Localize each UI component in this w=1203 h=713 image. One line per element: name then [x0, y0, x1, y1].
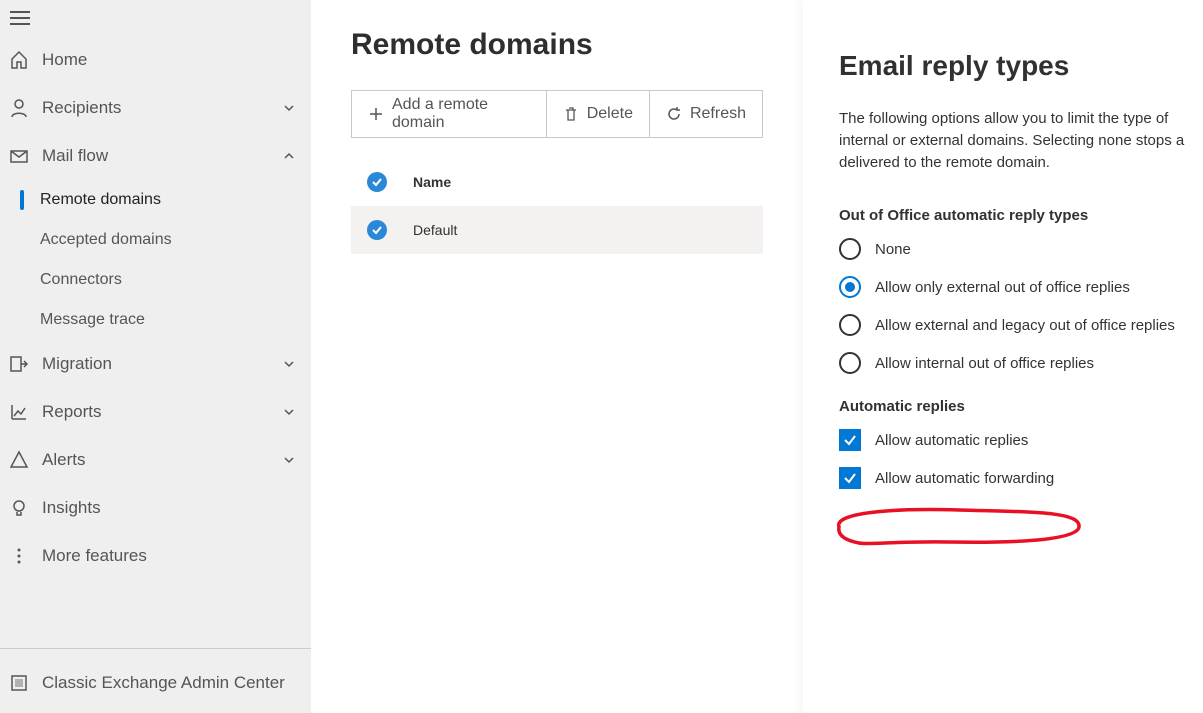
checkbox-auto-replies[interactable]: Allow automatic replies	[839, 429, 1203, 451]
panel-title: Email reply types	[839, 50, 1203, 82]
sidebar-item-mail-flow[interactable]: Mail flow	[0, 132, 311, 180]
column-header-name[interactable]: Name	[413, 174, 451, 190]
migrate-icon	[8, 353, 30, 375]
sidebar-subitem-label: Remote domains	[40, 191, 297, 209]
mail-icon	[8, 145, 30, 167]
add-remote-domain-button[interactable]: Add a remote domain	[352, 91, 547, 137]
bulb-icon	[8, 497, 30, 519]
classic-eac-icon	[8, 672, 30, 694]
radio-icon	[839, 352, 861, 374]
chevron-down-icon	[281, 452, 297, 468]
main-content: Remote domains Add a remote domain Delet…	[311, 0, 803, 713]
more-icon	[8, 545, 30, 567]
sidebar-footer-label: Classic Exchange Admin Center	[42, 673, 297, 693]
toolbar-button-label: Refresh	[690, 105, 746, 123]
row-name-cell: Default	[413, 222, 457, 238]
sidebar-spacer	[0, 580, 311, 644]
sidebar-item-label: Home	[42, 50, 297, 70]
radio-label: Allow internal out of office replies	[875, 355, 1094, 372]
home-icon	[8, 49, 30, 71]
hamburger-icon	[10, 10, 30, 26]
sidebar-item-label: Mail flow	[42, 146, 281, 166]
sidebar-item-alerts[interactable]: Alerts	[0, 436, 311, 484]
sidebar-subitem-remote-domains[interactable]: Remote domains	[0, 180, 311, 220]
sidebar-subitem-connectors[interactable]: Connectors	[0, 260, 311, 300]
radio-icon	[839, 238, 861, 260]
toolbar: Add a remote domain Delete Refresh	[351, 90, 763, 138]
radio-label: Allow external and legacy out of office …	[875, 317, 1175, 334]
sidebar-item-migration[interactable]: Migration	[0, 340, 311, 388]
details-panel: Email reply types The following options …	[803, 0, 1203, 713]
checkbox-checked-icon	[839, 429, 861, 451]
select-all-checkmark-icon	[367, 172, 387, 192]
refresh-icon	[666, 106, 682, 122]
checkbox-auto-forwarding[interactable]: Allow automatic forwarding	[839, 467, 1203, 489]
sidebar-subitem-label: Accepted domains	[40, 231, 297, 249]
sidebar-item-label: Migration	[42, 354, 281, 374]
radio-label: Allow only external out of office replie…	[875, 279, 1130, 296]
reports-icon	[8, 401, 30, 423]
chevron-down-icon	[281, 356, 297, 372]
page-title: Remote domains	[351, 28, 763, 62]
sidebar-item-more-features[interactable]: More features	[0, 532, 311, 580]
radio-icon	[839, 314, 861, 336]
alert-icon	[8, 449, 30, 471]
radio-internal[interactable]: Allow internal out of office replies	[839, 352, 1203, 374]
row-select-cell[interactable]	[367, 220, 413, 240]
sidebar-subitem-message-trace[interactable]: Message trace	[0, 300, 311, 340]
chevron-up-icon	[281, 148, 297, 164]
sidebar-item-home[interactable]: Home	[0, 36, 311, 84]
checkbox-label: Allow automatic forwarding	[875, 470, 1054, 487]
radio-external-legacy[interactable]: Allow external and legacy out of office …	[839, 314, 1203, 336]
toolbar-button-label: Delete	[587, 105, 633, 123]
section-title-auto-replies: Automatic replies	[839, 398, 1203, 415]
toolbar-button-label: Add a remote domain	[392, 96, 530, 132]
hamburger-menu[interactable]	[0, 4, 311, 36]
radio-none[interactable]: None	[839, 238, 1203, 260]
radio-external-only[interactable]: Allow only external out of office replie…	[839, 276, 1203, 298]
plus-icon	[368, 106, 384, 122]
sidebar-item-label: Alerts	[42, 450, 281, 470]
delete-button[interactable]: Delete	[547, 91, 650, 137]
sidebar-divider	[0, 648, 311, 649]
chevron-down-icon	[281, 100, 297, 116]
table-row[interactable]: Default	[351, 206, 763, 254]
sidebar-item-label: Recipients	[42, 98, 281, 118]
chevron-down-icon	[281, 404, 297, 420]
sidebar-subitem-label: Message trace	[40, 311, 297, 329]
sidebar-item-insights[interactable]: Insights	[0, 484, 311, 532]
refresh-button[interactable]: Refresh	[650, 91, 762, 137]
panel-description: The following options allow you to limit…	[839, 108, 1203, 173]
sidebar-item-reports[interactable]: Reports	[0, 388, 311, 436]
sidebar-subitem-accepted-domains[interactable]: Accepted domains	[0, 220, 311, 260]
checkbox-checked-icon	[839, 467, 861, 489]
sidebar-item-recipients[interactable]: Recipients	[0, 84, 311, 132]
select-all-cell[interactable]	[367, 172, 413, 192]
section-title-ooo: Out of Office automatic reply types	[839, 207, 1203, 224]
sidebar: Home Recipients Mail flow Remote domains…	[0, 0, 311, 713]
sidebar-subitem-label: Connectors	[40, 271, 297, 289]
person-icon	[8, 97, 30, 119]
sidebar-footer-classic-eac[interactable]: Classic Exchange Admin Center	[0, 653, 311, 713]
radio-icon	[839, 276, 861, 298]
checkbox-label: Allow automatic replies	[875, 432, 1028, 449]
sidebar-item-label: Insights	[42, 498, 297, 518]
table-header: Name	[351, 158, 763, 206]
annotation-highlight	[829, 505, 1086, 547]
sidebar-item-label: Reports	[42, 402, 281, 422]
trash-icon	[563, 106, 579, 122]
sidebar-item-label: More features	[42, 546, 297, 566]
radio-label: None	[875, 241, 911, 258]
row-checkmark-icon	[367, 220, 387, 240]
